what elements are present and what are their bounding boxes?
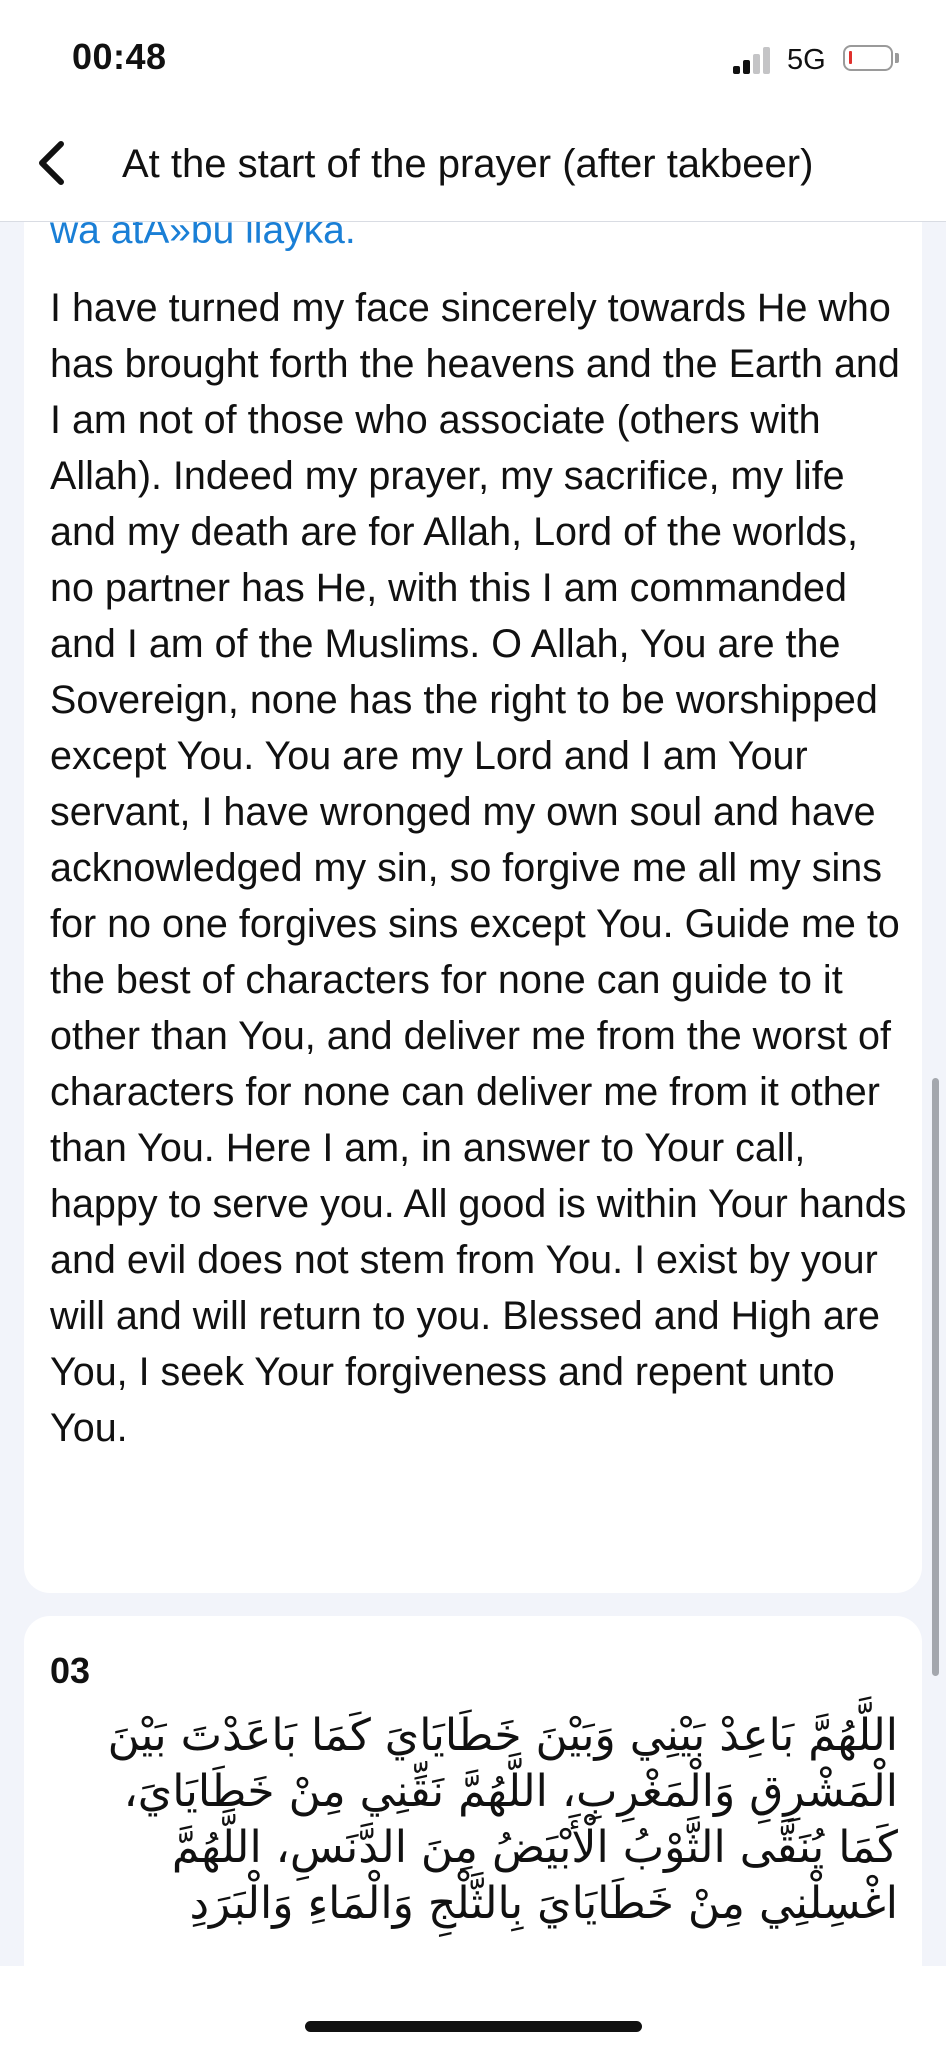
- dua-card: 03 اللَّهُمَّ بَاعِدْ بَيْنِي وَبَيْنَ خ…: [24, 1616, 922, 1966]
- translation-text: I have turned my face sincerely towards …: [50, 286, 907, 1450]
- battery-icon: [843, 45, 893, 71]
- bottom-bar: [0, 1966, 946, 2048]
- back-button[interactable]: [20, 130, 90, 200]
- signal-bar: [763, 47, 770, 74]
- home-indicator[interactable]: [305, 2021, 642, 2032]
- network-type: 5G: [787, 44, 826, 76]
- status-bar: 00:48 5G: [0, 0, 946, 110]
- signal-bar: [743, 60, 750, 74]
- transliteration-text: wa atA»bu ilayka.: [50, 221, 356, 252]
- signal-bar: [733, 66, 740, 74]
- chevron-left-icon: [39, 141, 64, 185]
- cellular-signal-icon: [733, 46, 775, 74]
- arabic-text: اللَّهُمَّ بَاعِدْ بَيْنِي وَبَيْنَ خَطَ…: [107, 1710, 898, 1929]
- dua-number: 03: [50, 1650, 91, 1691]
- signal-bar: [753, 54, 760, 74]
- status-time: 00:48: [72, 36, 167, 77]
- page-title: At the start of the prayer (after takbee…: [122, 142, 814, 186]
- dua-list[interactable]: wa atA»bu ilayka. I have turned my face …: [0, 221, 946, 1966]
- nav-header: At the start of the prayer (after takbee…: [0, 110, 946, 222]
- dua-card: wa atA»bu ilayka. I have turned my face …: [24, 221, 922, 1593]
- scrollbar[interactable]: [932, 1078, 939, 1676]
- battery-level: [849, 51, 852, 64]
- battery-tip: [895, 53, 899, 63]
